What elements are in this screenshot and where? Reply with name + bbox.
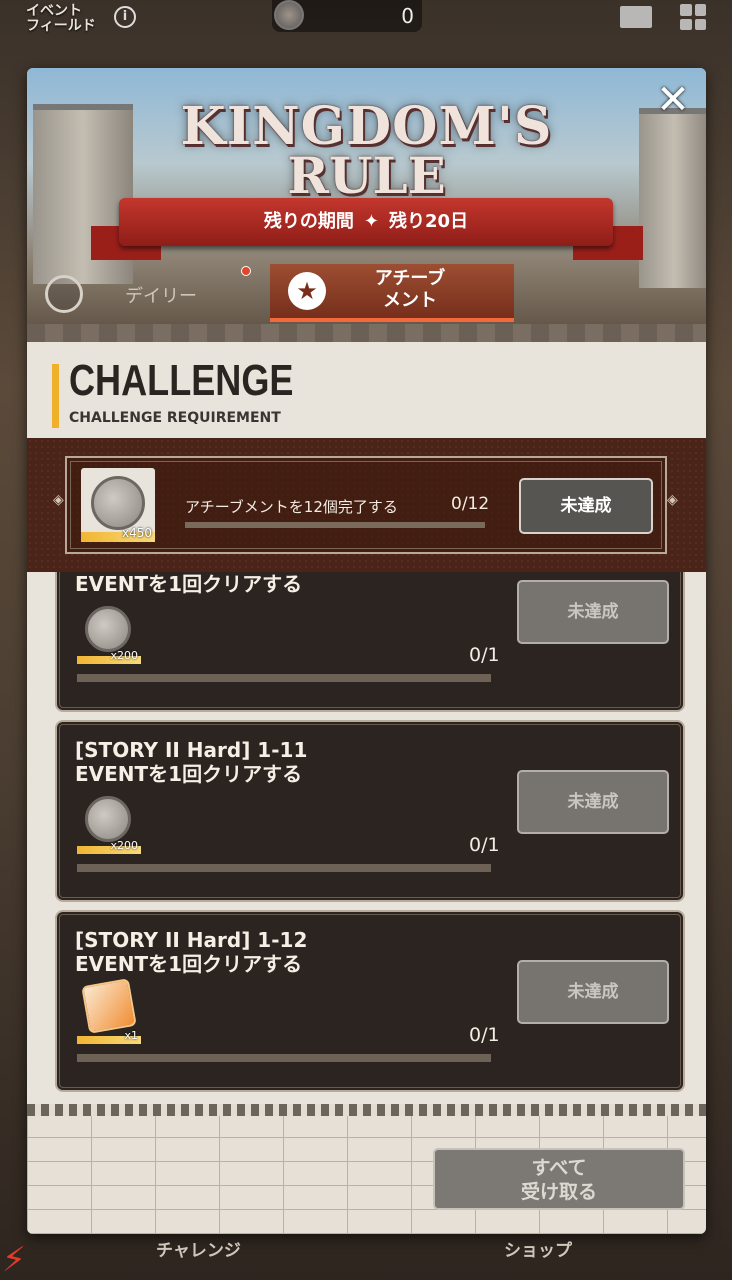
info-icon[interactable]: i	[114, 6, 136, 28]
tab-achievement[interactable]: ★ アチーブ メント	[270, 264, 514, 322]
coin-counter: 0	[272, 0, 422, 32]
item-status-button[interactable]: 未達成	[517, 580, 669, 644]
period-label: 残りの期間	[263, 211, 354, 232]
diamond-ornament-icon: ◈	[667, 492, 678, 508]
reward-icon: x200	[77, 602, 141, 664]
notification-dot	[241, 266, 251, 276]
coin-icon	[85, 796, 131, 842]
item-count: 0/1	[469, 1024, 500, 1046]
challenge-title: CHALLENGE	[69, 356, 294, 405]
reward-qty: x200	[110, 839, 138, 852]
coin-icon	[274, 0, 304, 30]
featured-card: x450 アチーブメントを12個完了する 0/12 未達成	[65, 456, 667, 554]
diamond-ornament-icon: ◈	[53, 492, 64, 508]
period-value: 残り20日	[389, 211, 469, 232]
coin-icon	[85, 606, 131, 652]
top-hud: イベント フィールド i 0	[0, 0, 732, 38]
tab-daily[interactable]: デイリー	[45, 266, 255, 316]
reward-qty: x450	[121, 526, 152, 540]
reward-qty: x1	[124, 1029, 138, 1042]
item-progress-bar	[77, 1054, 491, 1062]
featured-status-button[interactable]: 未達成	[519, 478, 653, 534]
lightning-icon: ⚡	[2, 1240, 26, 1280]
challenge-subtitle: CHALLENGE REQUIREMENT	[69, 410, 281, 426]
item-status-button[interactable]: 未達成	[517, 960, 669, 1024]
bottom-nav: チャレンジ ショップ	[0, 1234, 732, 1280]
item-progress-bar	[77, 674, 491, 682]
list-item: [STORY II Hard] 1-12 EVENTを1回クリアする x1 0/…	[55, 910, 685, 1092]
mail-icon[interactable]	[620, 6, 652, 28]
menu-grid-icon[interactable]	[680, 4, 706, 30]
challenge-header: CHALLENGE CHALLENGE REQUIREMENT	[27, 342, 706, 438]
divider-strip	[27, 324, 706, 342]
dialog-footer: すべて 受け取る	[27, 1104, 706, 1234]
featured-challenge: ◈ ◈ x450 アチーブメントを12個完了する 0/12 未達成	[27, 438, 706, 572]
gift-box-icon	[81, 978, 137, 1034]
accent-bar	[52, 364, 59, 428]
claim-all-button[interactable]: すべて 受け取る	[433, 1148, 685, 1210]
list-item: EVENTを1回クリアする x200 0/1 未達成	[55, 572, 685, 712]
reward-qty: x200	[110, 649, 138, 662]
tab-bar: デイリー ★ アチーブ メント	[27, 264, 706, 324]
reward-icon: x450	[81, 468, 155, 542]
item-count: 0/1	[469, 834, 500, 856]
tab-achievement-label: アチーブ メント	[374, 268, 446, 311]
reward-icon: x1	[77, 978, 141, 1044]
sparkle-icon: ✦	[363, 211, 380, 232]
event-dialog: KINGDOM'S RULE 残りの期間 ✦ 残り20日 ✕ デイリー ★ アチーブ…	[27, 68, 706, 1234]
item-title: [STORY II Hard] 1-12 EVENTを1回クリアする	[75, 928, 308, 976]
tab-daily-label: デイリー	[125, 286, 197, 307]
event-banner: KINGDOM'S RULE 残りの期間 ✦ 残り20日 ✕ デイリー ★ アチーブ…	[27, 68, 706, 340]
logo-title-line2: RULE	[287, 146, 446, 205]
coin-count: 0	[401, 4, 414, 28]
featured-progress-bar	[185, 522, 485, 528]
item-status-button[interactable]: 未達成	[517, 770, 669, 834]
featured-text: アチーブメントを12個完了する	[185, 498, 398, 516]
event-field-label[interactable]: イベント フィールド	[0, 4, 96, 34]
item-title: EVENTを1回クリアする	[75, 572, 303, 596]
item-progress-bar	[77, 864, 491, 872]
nav-shop[interactable]: ショップ	[504, 1236, 572, 1261]
star-icon: ★	[288, 272, 326, 310]
wall-crenel	[27, 1104, 706, 1116]
nav-challenge[interactable]: チャレンジ	[156, 1236, 241, 1261]
item-count: 0/1	[469, 644, 500, 666]
featured-count: 0/12	[451, 494, 490, 514]
list-item: [STORY II Hard] 1-11 EVENTを1回クリアする x200 …	[55, 720, 685, 902]
close-icon[interactable]: ✕	[653, 80, 693, 122]
coin-icon	[91, 476, 145, 530]
reward-icon: x200	[77, 792, 141, 854]
period-ribbon: 残りの期間 ✦ 残り20日	[119, 198, 613, 246]
item-title: [STORY II Hard] 1-11 EVENTを1回クリアする	[75, 738, 308, 786]
daily-icon	[45, 275, 83, 313]
challenge-list[interactable]: EVENTを1回クリアする x200 0/1 未達成 [STORY II Har…	[27, 572, 706, 1104]
